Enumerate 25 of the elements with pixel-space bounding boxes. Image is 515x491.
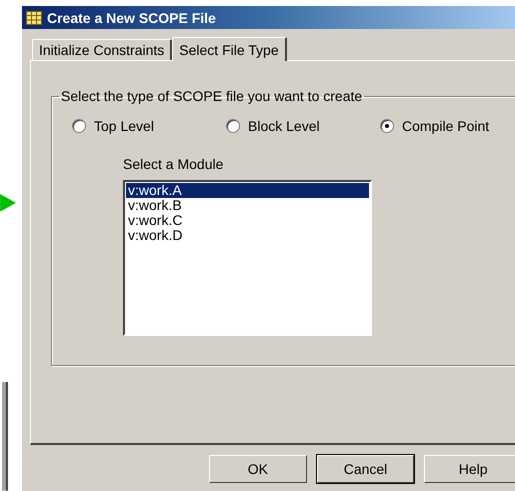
radio-button[interactable] [72,119,86,133]
table-icon [26,10,42,24]
radio-option[interactable]: Top Level [72,118,226,134]
list-item[interactable]: v:work.C [126,213,369,228]
list-label: Select a Module [123,156,224,172]
list-item[interactable]: v:work.B [126,198,369,213]
radio-button[interactable] [226,119,240,133]
tab[interactable]: Initialize Constraints [32,39,172,60]
dialog-button[interactable]: OK [209,455,307,483]
dialog-button[interactable]: Help [424,455,515,483]
pointer-arrow-icon [0,194,16,212]
list-item[interactable]: v:work.D [126,228,369,243]
radio-option[interactable]: Block Level [226,118,380,134]
radio-option[interactable]: Compile Point [380,118,515,134]
list-item[interactable]: v:work.A [126,183,369,198]
radio-label: Top Level [94,118,154,134]
group-title: Select the type of SCOPE file you want to create [60,88,364,104]
dialog-button[interactable]: Cancel [316,455,414,483]
radio-label: Block Level [248,118,320,134]
window-title: Create a New SCOPE File [47,10,216,26]
module-list[interactable]: v:work.A v:work.B v:work.C v:work.D [123,180,372,336]
radio-button[interactable] [380,119,394,133]
vertical-bar-icon [0,382,10,491]
tab[interactable]: Select File Type [172,37,287,61]
radio-label: Compile Point [402,118,490,134]
